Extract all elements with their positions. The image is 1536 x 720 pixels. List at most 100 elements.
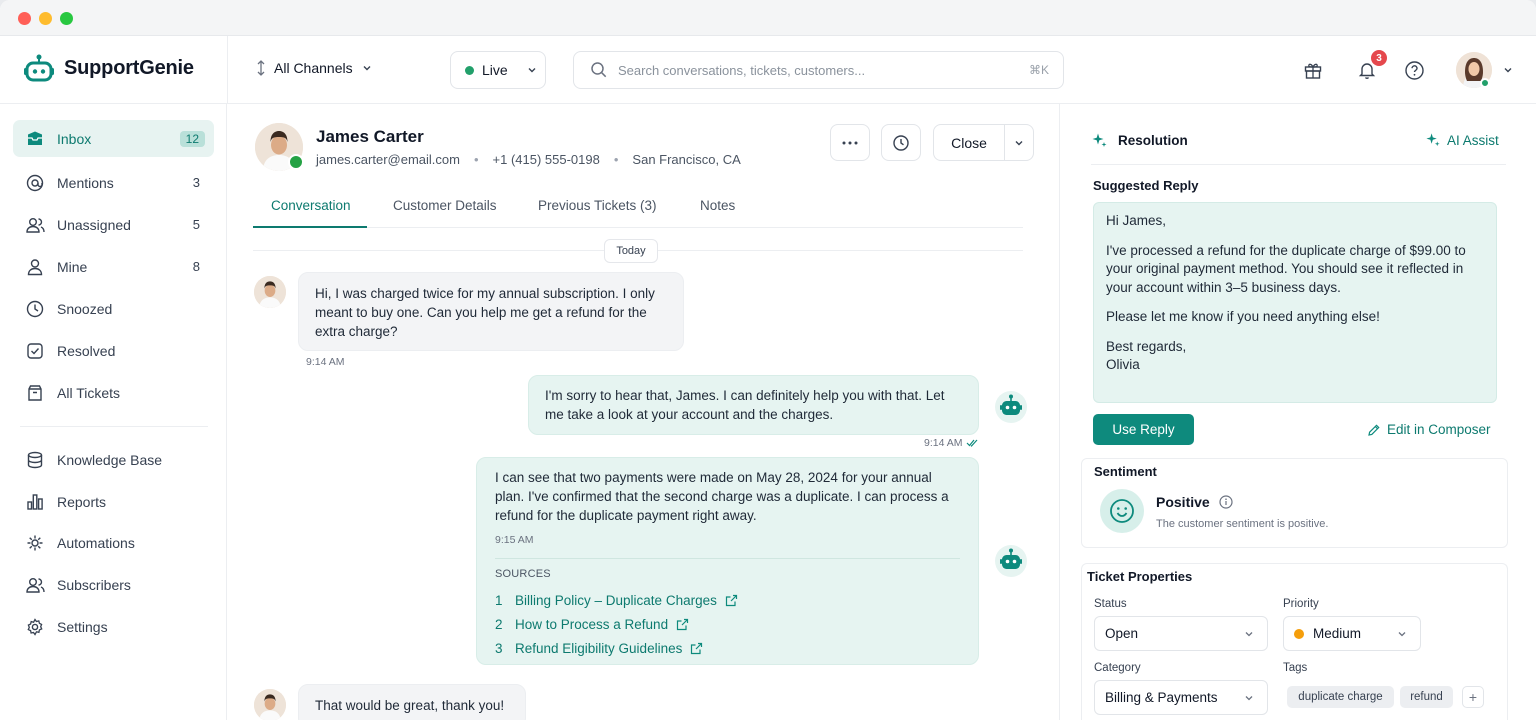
external-link-icon [725, 594, 737, 606]
sidebar-item-mine[interactable]: Mine 8 [13, 248, 214, 285]
customer-phone[interactable]: +1 (415) 555-0198 [493, 152, 600, 167]
resolution-header: Resolution [1091, 132, 1188, 149]
search-placeholder: Search conversations, tickets, customers… [618, 62, 866, 78]
info-icon[interactable] [1219, 495, 1233, 509]
chevron-down-icon [363, 66, 371, 71]
message-timestamp: 9:15 AM [495, 534, 534, 546]
customer-name: James Carter [316, 127, 424, 146]
gear-icon [25, 617, 45, 637]
chevron-down-icon[interactable] [1005, 137, 1033, 149]
user-icon [25, 257, 45, 277]
sidebar-item-knowledge-base[interactable]: Knowledge Base [13, 441, 214, 478]
sidebar-item-resolved[interactable]: Resolved [13, 332, 214, 369]
chevron-down-icon [1245, 695, 1253, 700]
customer-message-avatar [254, 689, 286, 720]
sentiment-title: Sentiment [1094, 464, 1157, 479]
divider [495, 558, 960, 559]
conversation-panel: James Carter james.carter@email.com • +1… [227, 104, 1060, 720]
divider [227, 36, 228, 104]
source-number: 1 [495, 592, 503, 608]
tab-previous-tickets[interactable]: Previous Tickets (3) [538, 198, 657, 213]
close-ticket-button[interactable]: Close [933, 124, 1034, 161]
channel-selector[interactable]: All Channels [256, 60, 373, 76]
priority-dot-icon [1294, 628, 1304, 639]
edit-in-composer-button[interactable]: Edit in Composer [1367, 422, 1491, 437]
customer-message-bubble: That would be great, thank you! [298, 684, 526, 720]
sentiment-value: Positive [1156, 494, 1210, 510]
source-link[interactable]: 1 Billing Policy – Duplicate Charges [495, 588, 960, 612]
online-status-dot [1480, 78, 1490, 88]
users-icon [25, 215, 45, 235]
message-text: I'm sorry to hear that, James. I can def… [545, 388, 945, 422]
ticket-properties-card: Ticket Properties Status Open Priority M… [1081, 563, 1508, 720]
customer-email[interactable]: james.carter@email.com [316, 152, 460, 167]
source-title: Billing Policy – Duplicate Charges [515, 592, 717, 608]
suggested-reply-box[interactable]: Hi James, I've processed a refund for th… [1093, 202, 1497, 403]
sidebar-item-count: 12 [179, 130, 205, 147]
bot-avatar-icon [995, 391, 1027, 423]
sidebar-item-reports[interactable]: Reports [13, 483, 214, 520]
category-label: Category [1094, 662, 1141, 674]
more-options-button[interactable] [830, 124, 870, 161]
source-number: 3 [495, 640, 503, 656]
snooze-button[interactable] [881, 124, 921, 161]
category-select[interactable]: Billing & Payments [1094, 680, 1268, 715]
tag-chip[interactable]: duplicate charge [1287, 686, 1394, 708]
chevron-down-icon[interactable] [1496, 58, 1520, 82]
priority-select[interactable]: Medium [1283, 616, 1421, 651]
sidebar-item-count: 5 [192, 217, 200, 232]
tab-notes[interactable]: Notes [700, 198, 735, 213]
notification-badge: 3 [1371, 50, 1387, 66]
clock-icon [25, 299, 45, 319]
sidebar-item-label: Resolved [57, 342, 116, 359]
reply-signature: Olivia [1106, 357, 1140, 372]
bar-chart-icon [25, 492, 45, 512]
source-link[interactable]: 2 How to Process a Refund [495, 612, 960, 636]
message-text: Hi, I was charged twice for my annual su… [315, 286, 655, 339]
tag-chip[interactable]: refund [1400, 686, 1453, 708]
sidebar-item-snoozed[interactable]: Snoozed [13, 290, 214, 327]
app-logo[interactable]: SupportGenie [24, 54, 194, 82]
resolution-panel: Resolution AI Assist Suggested Reply Hi … [1061, 104, 1536, 720]
sidebar-item-label: Knowledge Base [57, 451, 163, 468]
live-status-dropdown[interactable]: Live [450, 51, 546, 89]
sidebar-item-unassigned[interactable]: Unassigned 5 [13, 206, 214, 243]
close-ticket-label: Close [951, 134, 987, 151]
search-input[interactable]: Search conversations, tickets, customers… [573, 51, 1064, 89]
smiley-icon [1100, 489, 1144, 533]
minimize-window-button[interactable] [39, 12, 52, 25]
customer-message-bubble: Hi, I was charged twice for my annual su… [298, 272, 684, 351]
ai-assist-button[interactable]: AI Assist [1425, 132, 1499, 148]
tab-conversation[interactable]: Conversation [271, 198, 351, 213]
sidebar-item-automations[interactable]: Automations [13, 524, 214, 561]
resolution-title: Resolution [1118, 133, 1188, 148]
sidebar-item-mentions[interactable]: Mentions 3 [13, 164, 214, 201]
sidebar-item-settings[interactable]: Settings [13, 608, 214, 645]
source-title: How to Process a Refund [515, 616, 669, 632]
archive-icon [25, 383, 45, 403]
agent-message-bubble: I'm sorry to hear that, James. I can def… [528, 375, 979, 435]
maximize-window-button[interactable] [60, 12, 73, 25]
status-select[interactable]: Open [1094, 616, 1268, 651]
tab-customer-details[interactable]: Customer Details [393, 198, 497, 213]
sidebar-item-all-tickets[interactable]: All Tickets [13, 374, 214, 411]
add-tag-button[interactable]: + [1462, 686, 1484, 708]
sidebar-item-count: 8 [192, 259, 200, 274]
gift-icon[interactable] [1301, 58, 1325, 82]
subscribers-icon [25, 575, 45, 595]
sidebar-item-inbox[interactable]: Inbox 12 [13, 120, 214, 157]
agent-message-with-sources: I can see that two payments were made on… [476, 457, 979, 665]
timestamp-text: 9:14 AM [924, 437, 963, 449]
channel-icon [257, 60, 265, 76]
source-link[interactable]: 3 Refund Eligibility Guidelines [495, 636, 960, 660]
sidebar-item-subscribers[interactable]: Subscribers [13, 566, 214, 603]
source-number: 2 [495, 616, 503, 632]
use-reply-button[interactable]: Use Reply [1093, 414, 1194, 445]
at-icon [25, 173, 45, 193]
sidebar-item-label: All Tickets [57, 384, 121, 401]
help-icon[interactable] [1402, 58, 1426, 82]
close-window-button[interactable] [18, 12, 31, 25]
divider [20, 426, 208, 427]
external-link-icon [691, 642, 703, 654]
more-horizontal-icon [842, 141, 858, 144]
